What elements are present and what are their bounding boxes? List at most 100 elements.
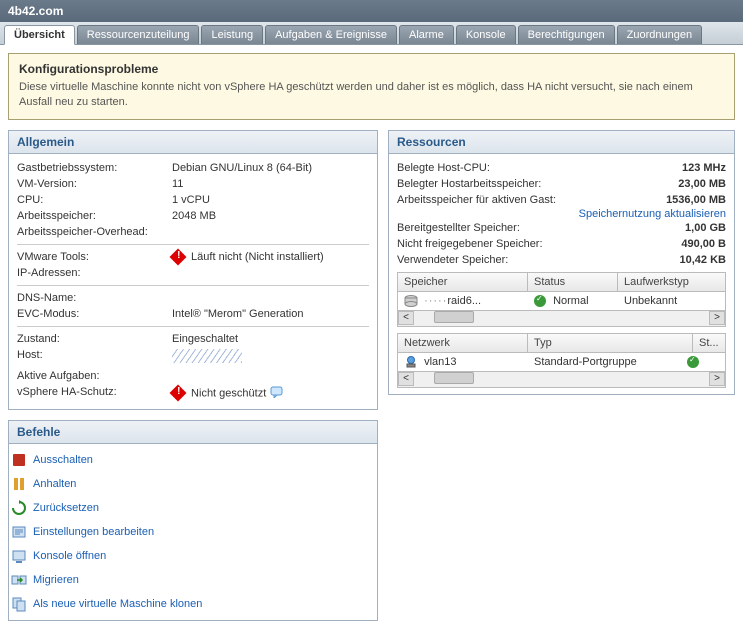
warning-icon	[170, 248, 187, 265]
general-header: Allgemein	[9, 131, 377, 154]
storage-scrollbar[interactable]: < >	[398, 310, 725, 326]
general-row: VMware Tools: Läuft nicht (Nicht install…	[17, 249, 369, 265]
general-value	[172, 349, 369, 366]
network-scrollbar[interactable]: < >	[398, 371, 725, 387]
warning-icon	[170, 385, 187, 402]
resource-key: Verwendeter Speicher:	[397, 254, 646, 266]
tab-permissions[interactable]: Berechtigungen	[518, 25, 615, 44]
console-icon	[11, 548, 27, 564]
general-key: DNS-Name:	[17, 292, 172, 304]
general-row: DNS-Name:	[17, 290, 369, 306]
tab-strip: Übersicht Ressourcenzuteilung Leistung A…	[0, 22, 743, 45]
resource-value: 490,00 B	[646, 238, 726, 250]
network-col-name[interactable]: Netzwerk	[398, 334, 528, 352]
storage-type: Unbekannt	[624, 295, 719, 307]
network-type: Standard-Portgruppe	[534, 356, 687, 368]
command-power[interactable]: Ausschalten	[11, 448, 375, 472]
tab-alarms[interactable]: Alarme	[399, 25, 454, 44]
resource-value: 1,00 GB	[646, 222, 726, 234]
refresh-memory-link[interactable]: Speichernutzung aktualisieren	[579, 208, 726, 220]
alert-title: Konfigurationsprobleme	[19, 62, 724, 76]
resource-key: Nicht freigegebener Speicher:	[397, 238, 646, 250]
general-row: Host:	[17, 347, 369, 368]
config-problem-alert: Konfigurationsprobleme Diese virtuelle M…	[8, 53, 735, 120]
general-key: Host:	[17, 349, 172, 366]
general-row: Arbeitsspeicher: 2048 MB	[17, 208, 369, 224]
tab-overview[interactable]: Übersicht	[4, 25, 75, 45]
general-key: VMware Tools:	[17, 251, 172, 263]
command-clone[interactable]: Als neue virtuelle Maschine klonen	[11, 592, 375, 616]
general-value: Nicht geschützt	[172, 386, 369, 401]
network-grid: Netzwerk Typ St... vlan13 Standar	[397, 333, 726, 388]
scroll-left-icon[interactable]: <	[398, 311, 414, 325]
resources-panel: Ressourcen Belegte Host-CPU:123 MHzBeleg…	[388, 130, 735, 395]
storage-col-status[interactable]: Status	[528, 273, 618, 291]
info-bubble-icon[interactable]	[270, 386, 284, 401]
resource-row: Bereitgestellter Speicher:1,00 GB	[397, 220, 726, 236]
clone-icon	[11, 596, 27, 612]
scroll-right-icon[interactable]: >	[709, 311, 725, 325]
storage-grid: Speicher Status Laufwerkstyp ·····raid6.…	[397, 272, 726, 327]
general-value	[172, 226, 369, 238]
network-name: vlan13	[424, 356, 456, 368]
general-value	[172, 267, 369, 279]
storage-status: Normal	[553, 295, 588, 307]
storage-col-type[interactable]: Laufwerkstyp	[618, 273, 725, 291]
command-migrate[interactable]: Migrieren	[11, 568, 375, 592]
storage-row[interactable]: ·····raid6... Normal Unbekannt	[398, 292, 725, 310]
general-key: Aktive Aufgaben:	[17, 370, 172, 382]
resource-value: 10,42 KB	[646, 254, 726, 266]
command-link[interactable]: Einstellungen bearbeiten	[33, 526, 154, 538]
general-value: 2048 MB	[172, 210, 369, 222]
pause-icon	[11, 476, 27, 492]
command-pause[interactable]: Anhalten	[11, 472, 375, 496]
datastore-icon	[404, 295, 418, 307]
general-value	[172, 370, 369, 382]
resource-value: 123 MHz	[646, 162, 726, 174]
command-console[interactable]: Konsole öffnen	[11, 544, 375, 568]
command-settings[interactable]: Einstellungen bearbeiten	[11, 520, 375, 544]
general-row: Zustand: Eingeschaltet	[17, 331, 369, 347]
general-row: CPU: 1 vCPU	[17, 192, 369, 208]
commands-panel: Befehle AusschaltenAnhaltenZurücksetzenE…	[8, 420, 378, 621]
command-link[interactable]: Zurücksetzen	[33, 502, 99, 514]
tab-resource-allocation[interactable]: Ressourcenzuteilung	[77, 25, 200, 44]
command-link[interactable]: Migrieren	[33, 574, 79, 586]
network-col-type[interactable]: Typ	[528, 334, 693, 352]
network-row[interactable]: vlan13 Standard-Portgruppe	[398, 353, 725, 371]
command-reset[interactable]: Zurücksetzen	[11, 496, 375, 520]
tab-performance[interactable]: Leistung	[201, 25, 263, 44]
tab-maps[interactable]: Zuordnungen	[617, 25, 702, 44]
scroll-right-icon[interactable]: >	[709, 372, 725, 386]
settings-icon	[11, 524, 27, 540]
resource-row: Belegte Host-CPU:123 MHz	[397, 160, 726, 176]
scroll-left-icon[interactable]: <	[398, 372, 414, 386]
command-link[interactable]: Als neue virtuelle Maschine klonen	[33, 598, 202, 610]
command-link[interactable]: Anhalten	[33, 478, 76, 490]
tab-console[interactable]: Konsole	[456, 25, 516, 44]
general-value	[172, 292, 369, 304]
storage-name: raid6...	[447, 295, 481, 307]
resource-value: 23,00 MB	[646, 178, 726, 190]
host-value-redacted	[172, 349, 242, 363]
command-link[interactable]: Konsole öffnen	[33, 550, 106, 562]
tab-tasks-events[interactable]: Aufgaben & Ereignisse	[265, 25, 397, 44]
general-value: Intel® "Merom" Generation	[172, 308, 369, 320]
alert-text: Diese virtuelle Maschine konnte nicht vo…	[19, 80, 724, 111]
general-row: IP-Adressen:	[17, 265, 369, 281]
network-col-status[interactable]: St...	[693, 334, 725, 352]
general-key: Zustand:	[17, 333, 172, 345]
resource-row: Nicht freigegebener Speicher:490,00 B	[397, 236, 726, 252]
resource-value: 1536,00 MB	[646, 194, 726, 206]
storage-col-name[interactable]: Speicher	[398, 273, 528, 291]
general-row: vSphere HA-Schutz: Nicht geschützt	[17, 384, 369, 403]
general-panel: Allgemein Gastbetriebssystem: Debian GNU…	[8, 130, 378, 410]
general-value: Debian GNU/Linux 8 (64-Bit)	[172, 162, 369, 174]
general-row: EVC-Modus: Intel® "Merom" Generation	[17, 306, 369, 322]
general-key: VM-Version:	[17, 178, 172, 190]
general-value: 11	[172, 178, 369, 190]
resource-key: Belegte Host-CPU:	[397, 162, 646, 174]
command-link[interactable]: Ausschalten	[33, 454, 93, 466]
general-key: Gastbetriebssystem:	[17, 162, 172, 174]
general-value: Eingeschaltet	[172, 333, 369, 345]
